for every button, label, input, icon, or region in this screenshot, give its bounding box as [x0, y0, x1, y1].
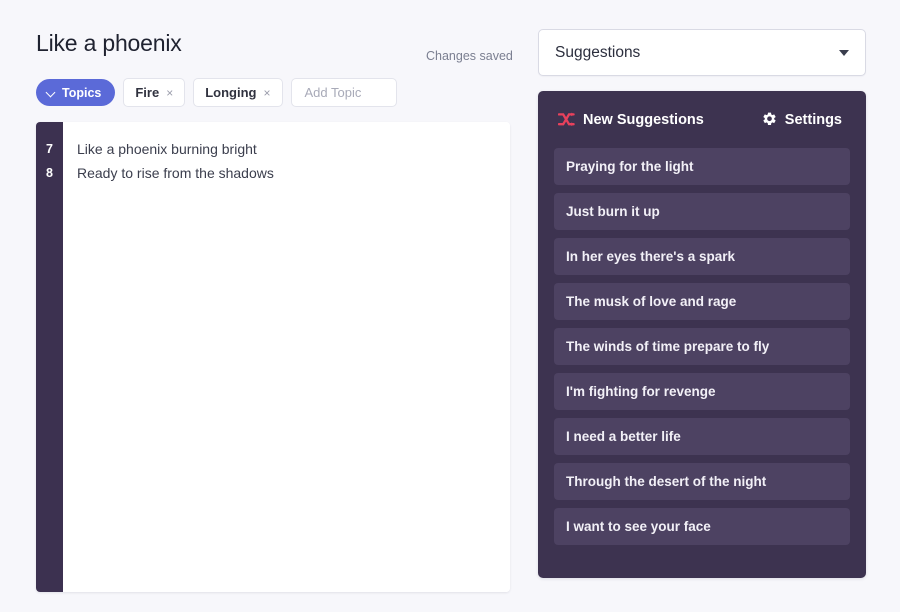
editor-line: Like a phoenix burning bright	[77, 137, 510, 161]
close-icon[interactable]: ×	[263, 87, 270, 99]
shuffle-icon	[558, 112, 575, 127]
settings-label: Settings	[785, 112, 842, 128]
suggestion-item[interactable]: I need a better life	[554, 418, 850, 455]
topic-chip-fire[interactable]: Fire ×	[123, 78, 185, 107]
topic-chip-label: Fire	[135, 85, 159, 100]
suggestion-item[interactable]: Through the desert of the night	[554, 463, 850, 500]
editor-text-area[interactable]: Like a phoenix burning bright Ready to r…	[63, 122, 510, 592]
topics-bar: Topics Fire × Longing × Add Topic	[36, 78, 397, 107]
topic-chip-longing[interactable]: Longing ×	[193, 78, 282, 107]
mode-dropdown[interactable]: Suggestions	[538, 29, 866, 76]
line-number: 7	[36, 137, 63, 161]
new-suggestions-button[interactable]: New Suggestions	[558, 112, 704, 128]
suggestions-panel: New Suggestions Settings Praying for the…	[538, 91, 866, 578]
suggestions-panel-header: New Suggestions Settings	[554, 91, 850, 148]
line-number-gutter: 7 8	[36, 122, 63, 592]
suggestion-item[interactable]: The winds of time prepare to fly	[554, 328, 850, 365]
lyrics-editor[interactable]: 7 8 Like a phoenix burning bright Ready …	[36, 122, 510, 592]
suggestion-item[interactable]: I'm fighting for revenge	[554, 373, 850, 410]
settings-button[interactable]: Settings	[762, 112, 842, 128]
page-title: Like a phoenix	[36, 30, 182, 57]
line-number: 8	[36, 161, 63, 185]
topic-chip-label: Longing	[205, 85, 256, 100]
suggestion-item[interactable]: The musk of love and rage	[554, 283, 850, 320]
suggestion-item[interactable]: Praying for the light	[554, 148, 850, 185]
mode-dropdown-value: Suggestions	[555, 44, 839, 62]
save-status: Changes saved	[426, 49, 513, 63]
suggestion-item[interactable]: In her eyes there's a spark	[554, 238, 850, 275]
close-icon[interactable]: ×	[166, 87, 173, 99]
chevron-down-icon	[47, 88, 56, 97]
add-topic-placeholder: Add Topic	[305, 85, 362, 100]
chevron-down-icon	[839, 50, 849, 56]
suggestion-item[interactable]: I want to see your face	[554, 508, 850, 545]
add-topic-input[interactable]: Add Topic	[291, 78, 397, 107]
suggestion-item[interactable]: Just burn it up	[554, 193, 850, 230]
new-suggestions-label: New Suggestions	[583, 112, 704, 128]
editor-line: Ready to rise from the shadows	[77, 161, 510, 185]
gear-icon	[762, 112, 777, 127]
topics-toggle-button[interactable]: Topics	[36, 79, 115, 106]
topics-toggle-label: Topics	[62, 86, 101, 100]
